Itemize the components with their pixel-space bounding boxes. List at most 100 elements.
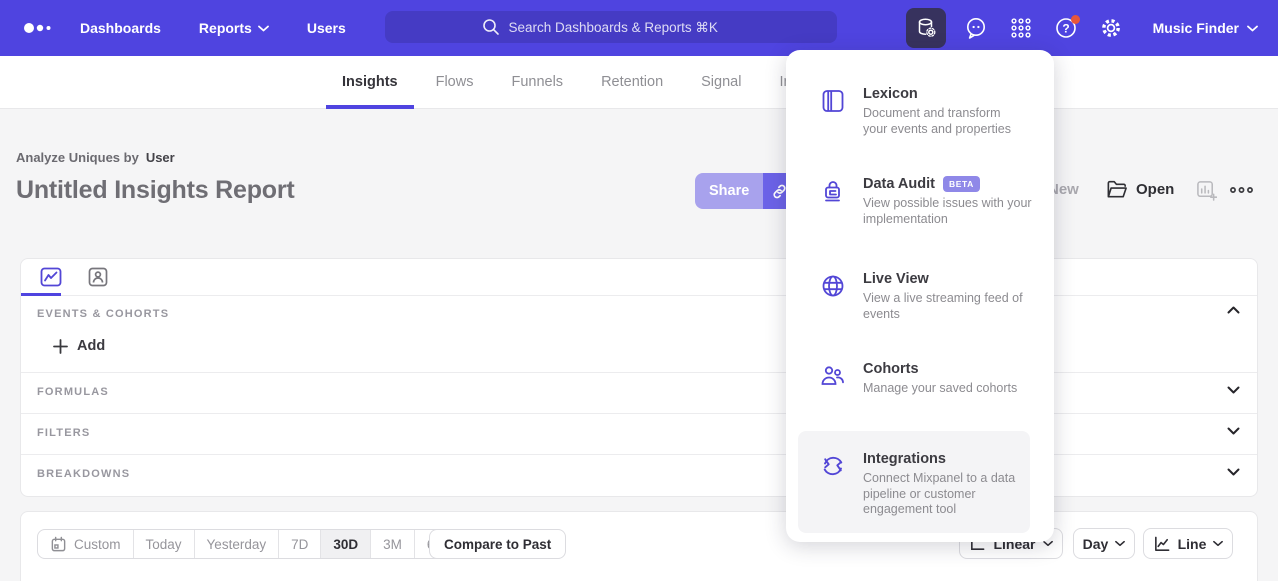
chevron-down-icon — [1115, 540, 1125, 547]
folder-icon — [1106, 179, 1128, 199]
apps-grid-icon[interactable] — [1006, 13, 1036, 43]
data-management-icon[interactable] — [906, 8, 946, 48]
search-input[interactable] — [509, 20, 741, 35]
segment-label: 30D — [333, 537, 358, 552]
menu-item-description: Document and transform your events and p… — [863, 106, 1035, 137]
subtitle-prefix: Analyze Uniques by — [16, 150, 139, 165]
date-range-3m[interactable]: 3M — [370, 530, 414, 558]
segment-label: Today — [146, 537, 182, 552]
menu-item-title: Data Audit — [863, 176, 935, 192]
help-icon[interactable]: ? — [1051, 13, 1081, 43]
project-name: Music Finder — [1153, 20, 1239, 36]
messages-icon[interactable] — [961, 13, 991, 43]
integrations-sync-icon — [820, 451, 846, 518]
live-view-globe-icon — [820, 271, 846, 322]
query-builder-panel: EVENTS & COHORTS Add FORMULAS FILTERS BR… — [20, 258, 1258, 497]
section-label: FILTERS — [37, 427, 1241, 439]
mixpanel-logo-icon[interactable] — [22, 20, 58, 36]
analysis-subtitle: Analyze Uniques by User — [16, 150, 175, 165]
nav-item-label: Reports — [199, 20, 252, 36]
topnav-right-icons: ? Music Finder — [906, 8, 1258, 48]
menu-item-title: Integrations — [863, 451, 946, 467]
segment-label: 3M — [383, 537, 402, 552]
lexicon-book-icon — [820, 86, 846, 137]
menu-item-lexicon[interactable]: Lexicon Document and transform your even… — [820, 86, 1034, 137]
date-range-30d[interactable]: 30D — [320, 530, 370, 558]
date-range-today[interactable]: Today — [133, 530, 194, 558]
menu-item-title: Lexicon — [863, 86, 918, 102]
chevron-down-icon — [258, 25, 269, 32]
menu-item-cohorts[interactable]: Cohorts Manage your saved cohorts — [820, 361, 1034, 397]
subtitle-value[interactable]: User — [146, 150, 175, 165]
page-title[interactable]: Untitled Insights Report — [16, 176, 295, 205]
section-filters[interactable]: FILTERS — [21, 413, 1257, 454]
tab-funnels[interactable]: Funnels — [495, 56, 579, 108]
date-range-yesterday[interactable]: Yesterday — [194, 530, 279, 558]
section-events-cohorts[interactable]: EVENTS & COHORTS Add — [21, 296, 1257, 372]
chart-controls-panel: Custom Today Yesterday 7D 30D 3M 6M 12M … — [20, 511, 1258, 581]
nav-item-users[interactable]: Users — [307, 20, 346, 36]
segment-label: Yesterday — [207, 537, 267, 552]
share-split-button: Share — [695, 173, 796, 209]
query-builder-tabs — [21, 259, 1257, 296]
section-label: BREAKDOWNS — [37, 468, 1241, 480]
nav-item-label: Users — [307, 20, 346, 36]
chevron-down-icon — [1227, 386, 1240, 394]
settings-gear-icon[interactable] — [1096, 13, 1126, 43]
nav-links: Dashboards Reports Users — [80, 20, 346, 36]
menu-item-data-audit[interactable]: Data Audit BETA View possible issues wit… — [820, 176, 1034, 227]
menu-item-title: Cohorts — [863, 361, 919, 377]
section-label: EVENTS & COHORTS — [37, 308, 1241, 320]
interval-label: Day — [1083, 536, 1109, 552]
add-event-button[interactable]: Add — [53, 338, 105, 354]
beta-badge: BETA — [943, 176, 980, 192]
chart-type-dropdown[interactable]: Line — [1143, 528, 1233, 559]
segment-label: Custom — [74, 537, 121, 552]
menu-item-description: Manage your saved cohorts — [863, 381, 1035, 397]
section-breakdowns[interactable]: BREAKDOWNS — [21, 454, 1257, 495]
section-formulas[interactable]: FORMULAS — [21, 372, 1257, 413]
calendar-icon — [50, 536, 67, 553]
global-search[interactable] — [385, 11, 837, 43]
top-navigation-bar: Dashboards Reports Users — [0, 0, 1278, 56]
tab-retention[interactable]: Retention — [585, 56, 679, 108]
interval-dropdown[interactable]: Day — [1073, 528, 1135, 559]
add-label: Add — [77, 338, 105, 354]
report-tabs-bar: Insights Flows Funnels Retention Signal … — [0, 56, 1278, 109]
events-view-tab[interactable] — [34, 263, 68, 291]
menu-item-description: View a live streaming feed of events — [863, 291, 1035, 322]
share-button[interactable]: Share — [695, 173, 763, 209]
line-chart-icon — [1153, 535, 1171, 553]
menu-item-live-view[interactable]: Live View View a live streaming feed of … — [820, 271, 1034, 322]
menu-item-description: Connect Mixpanel to a data pipeline or c… — [863, 471, 1035, 518]
chevron-down-icon — [1227, 468, 1240, 476]
tab-signal[interactable]: Signal — [685, 56, 757, 108]
chevron-down-icon — [1247, 25, 1258, 32]
nav-item-dashboards[interactable]: Dashboards — [80, 20, 161, 36]
compare-to-past-button[interactable]: Compare to Past — [429, 529, 566, 559]
date-range-custom[interactable]: Custom — [38, 530, 133, 558]
users-view-tab[interactable] — [81, 263, 115, 291]
project-switcher[interactable]: Music Finder — [1153, 20, 1258, 36]
svg-text:?: ? — [1062, 22, 1069, 36]
app-window: Dashboards Reports Users — [0, 0, 1278, 581]
add-to-dashboard-icon[interactable] — [1196, 180, 1217, 206]
menu-item-integrations[interactable]: Integrations Connect Mixpanel to a data … — [820, 451, 1034, 518]
segment-label: 7D — [291, 537, 308, 552]
search-icon — [482, 18, 500, 36]
insights-chart-icon — [40, 267, 62, 287]
chevron-up-icon — [1227, 306, 1240, 314]
open-label: Open — [1136, 181, 1174, 198]
plus-icon — [53, 339, 68, 354]
date-range-7d[interactable]: 7D — [278, 530, 320, 558]
open-report-button[interactable]: Open — [1106, 179, 1174, 199]
report-tabs: Insights Flows Funnels Retention Signal … — [326, 56, 812, 109]
tab-flows[interactable]: Flows — [420, 56, 490, 108]
nav-item-reports[interactable]: Reports — [199, 20, 269, 36]
menu-item-title: Live View — [863, 271, 929, 287]
notification-dot — [1071, 15, 1080, 24]
data-management-dropdown: Lexicon Document and transform your even… — [786, 50, 1054, 542]
overflow-menu-icon[interactable] — [1229, 183, 1254, 201]
tab-insights[interactable]: Insights — [326, 56, 414, 108]
chevron-down-icon — [1213, 540, 1223, 547]
